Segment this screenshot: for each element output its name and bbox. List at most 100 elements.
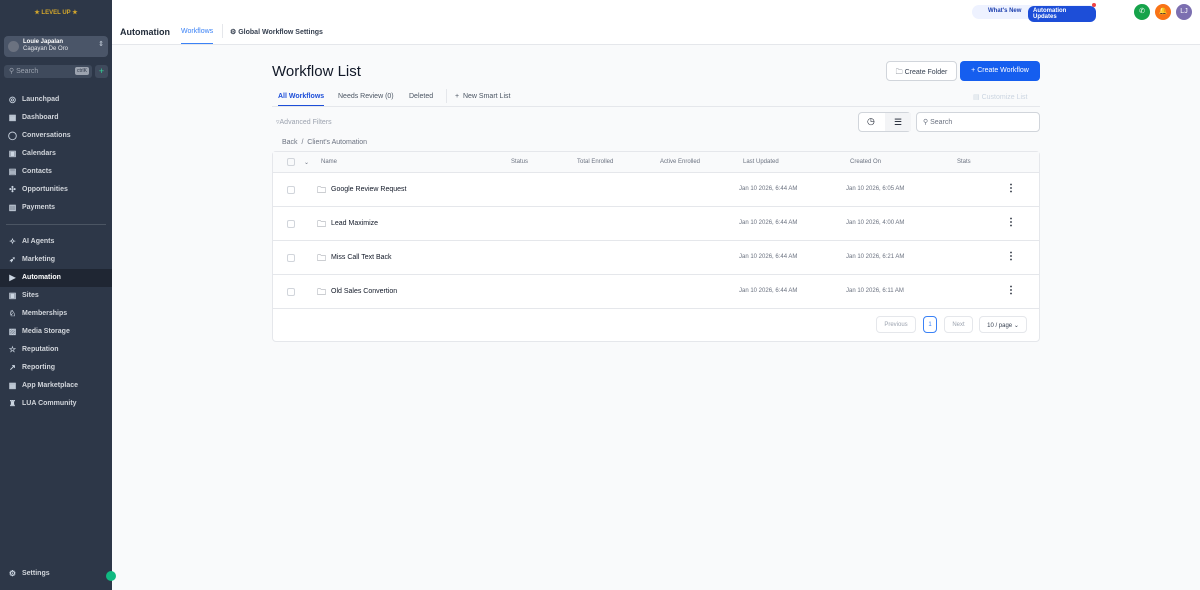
sidebar-item-marketing[interactable]: ➶ Marketing: [0, 251, 112, 269]
col-name[interactable]: Name: [321, 159, 337, 165]
contacts-icon: ▤: [8, 167, 17, 176]
row-checkbox[interactable]: [287, 220, 295, 228]
create-workflow-button[interactable]: + Create Workflow: [960, 61, 1040, 81]
list-view-icon[interactable]: ☰: [885, 113, 911, 131]
help-widget-button[interactable]: [106, 571, 116, 581]
workflow-name[interactable]: Lead Maximize: [331, 220, 378, 227]
sidebar-search[interactable]: ⚲ Search ctrlK: [4, 65, 92, 78]
separator: /: [301, 139, 304, 146]
advanced-filters-button[interactable]: ▿Advanced Filters: [276, 118, 332, 126]
lua-community-icon: ♜: [8, 399, 17, 408]
table-row[interactable]: 🗀 Google Review Request Jan 10 2026, 6:44 …: [273, 173, 1039, 207]
tab-all-workflows[interactable]: All Workflows: [278, 93, 325, 106]
table-row[interactable]: 🗀 Lead Maximize Jan 10 2026, 6:44 AM Jan 10…: [273, 207, 1039, 241]
sidebar-item-ai-agents[interactable]: ✧ AI Agents: [0, 233, 112, 251]
rocket-icon: ◎: [9, 95, 16, 104]
create-folder-button[interactable]: 🗀 Create Folder: [886, 61, 957, 81]
sidebar-item-payments[interactable]: ▥ Payments: [0, 199, 112, 217]
folder-icon: 🗀: [317, 253, 327, 263]
label: Reporting: [22, 364, 56, 371]
more-options-icon[interactable]: ⋮: [1006, 251, 1016, 262]
placeholder: Search: [930, 119, 953, 126]
label: Sites: [22, 292, 39, 299]
table-row[interactable]: 🗀 Miss Call Text Back Jan 10 2026, 6:44 AM…: [273, 241, 1039, 275]
created-on: Jan 10 2026, 6:21 AM: [846, 254, 905, 260]
chevron-down-icon[interactable]: ⌄: [304, 159, 309, 166]
row-checkbox[interactable]: [287, 186, 295, 194]
sidebar-item-contacts[interactable]: ▤ Contacts: [0, 163, 112, 181]
row-checkbox[interactable]: [287, 254, 295, 262]
sidebar-item-calendars[interactable]: ▣ Calendars: [0, 145, 112, 163]
list-tabs: All Workflows Needs Review (0) Deleted +…: [272, 87, 1040, 107]
breadcrumb-back[interactable]: Back: [282, 139, 298, 146]
sidebar-item-automation[interactable]: ▶ Automation: [0, 269, 112, 287]
new-smart-list-button[interactable]: + New Smart List: [455, 93, 510, 100]
sidebar-item-reporting[interactable]: ↗ Reporting: [0, 359, 112, 377]
more-options-icon[interactable]: ⋮: [1006, 183, 1016, 194]
label: Create Workflow: [977, 67, 1029, 74]
row-checkbox[interactable]: [287, 288, 295, 296]
label: Conversations: [22, 132, 71, 139]
tab-workflows[interactable]: Workflows: [181, 28, 214, 44]
next-button[interactable]: Next: [944, 316, 973, 333]
sidebar-item-settings[interactable]: ⚙ Settings: [0, 565, 112, 583]
workflow-name[interactable]: Google Review Request: [331, 186, 407, 193]
chevron-updown-icon: ⇕: [98, 41, 104, 48]
app-marketplace-icon: ▦: [8, 381, 17, 390]
more-options-icon[interactable]: ⋮: [1006, 285, 1016, 296]
updates-badge[interactable]: Automation Updates: [1028, 6, 1096, 22]
col-last-updated[interactable]: Last Updated: [743, 159, 779, 165]
sidebar-item-opportunities[interactable]: ✣ Opportunities: [0, 181, 112, 199]
sidebar-item-launchpad[interactable]: ◎ Launchpad: [0, 91, 112, 109]
customize-list-button[interactable]: ▤ Customize List: [973, 93, 1027, 101]
label: 10 / page: [987, 323, 1013, 329]
clock-icon[interactable]: ◷: [867, 116, 875, 127]
page-size-select[interactable]: 10 / page ⌄: [979, 316, 1027, 333]
col-active-enrolled: Active Enrolled: [660, 159, 701, 165]
avatar[interactable]: LJ: [1176, 4, 1192, 20]
gear-icon: ⚙: [230, 29, 237, 36]
tab-needs-review[interactable]: Needs Review (0): [338, 93, 394, 100]
workflow-name[interactable]: Old Sales Convertion: [331, 288, 397, 295]
label: Launchpad: [22, 96, 60, 103]
label: LUA Community: [22, 400, 77, 407]
sidebar-item-dashboard[interactable]: ▦ Dashboard: [0, 109, 112, 127]
account-location: Cagayan De Oro: [23, 46, 69, 52]
label: Customize List: [981, 94, 1028, 101]
sidebar-item-app-marketplace[interactable]: ▦ App Marketplace: [0, 377, 112, 395]
divider: [6, 224, 106, 225]
account-switcher[interactable]: Louie Japalan Cagayan De Oro ⇕: [4, 36, 108, 57]
breadcrumb: Back / Client's Automation: [282, 139, 367, 146]
folder-icon: 🗀: [317, 219, 327, 229]
gear-icon: ⚙: [8, 569, 17, 578]
app-title: Automation: [120, 27, 170, 37]
view-toggle: ◷ ☰: [858, 112, 911, 132]
sidebar-item-reputation[interactable]: ☆ Reputation: [0, 341, 112, 359]
quick-add-button[interactable]: +: [95, 65, 108, 78]
label: Dashboard: [22, 114, 59, 121]
col-created-on[interactable]: Created On: [850, 159, 881, 165]
table-row[interactable]: 🗀 Old Sales Convertion Jan 10 2026, 6:44 A…: [273, 275, 1039, 309]
more-options-icon[interactable]: ⋮: [1006, 217, 1016, 228]
sidebar-item-sites[interactable]: ▣ Sites: [0, 287, 112, 305]
select-all-checkbox[interactable]: [287, 158, 295, 166]
previous-button[interactable]: Previous: [876, 316, 916, 333]
chat-icon: ◯: [8, 131, 17, 140]
tab-deleted[interactable]: Deleted: [409, 93, 433, 100]
label: Opportunities: [22, 186, 68, 193]
sidebar-item-lua-community[interactable]: ♜ LUA Community: [0, 395, 112, 413]
page-1-button[interactable]: 1: [923, 316, 937, 333]
last-updated: Jan 10 2026, 6:44 AM: [739, 288, 798, 294]
sidebar-item-memberships[interactable]: ♘ Memberships: [0, 305, 112, 323]
notifications-button[interactable]: 🔔: [1155, 4, 1171, 20]
search-input[interactable]: ⚲ Search: [916, 112, 1040, 132]
tab-global-settings[interactable]: ⚙ Global Workflow Settings: [230, 28, 323, 36]
sidebar-item-conversations[interactable]: ◯ Conversations: [0, 127, 112, 145]
workflow-name[interactable]: Miss Call Text Back: [331, 254, 392, 261]
whats-new-button[interactable]: What's New Automation Updates: [972, 3, 1096, 22]
search-placeholder: Search: [16, 68, 39, 75]
sites-icon: ▣: [8, 291, 17, 300]
sidebar-item-media-storage[interactable]: ▨ Media Storage: [0, 323, 112, 341]
marketing-icon: ➶: [9, 255, 16, 264]
phone-button[interactable]: ✆: [1134, 4, 1150, 20]
